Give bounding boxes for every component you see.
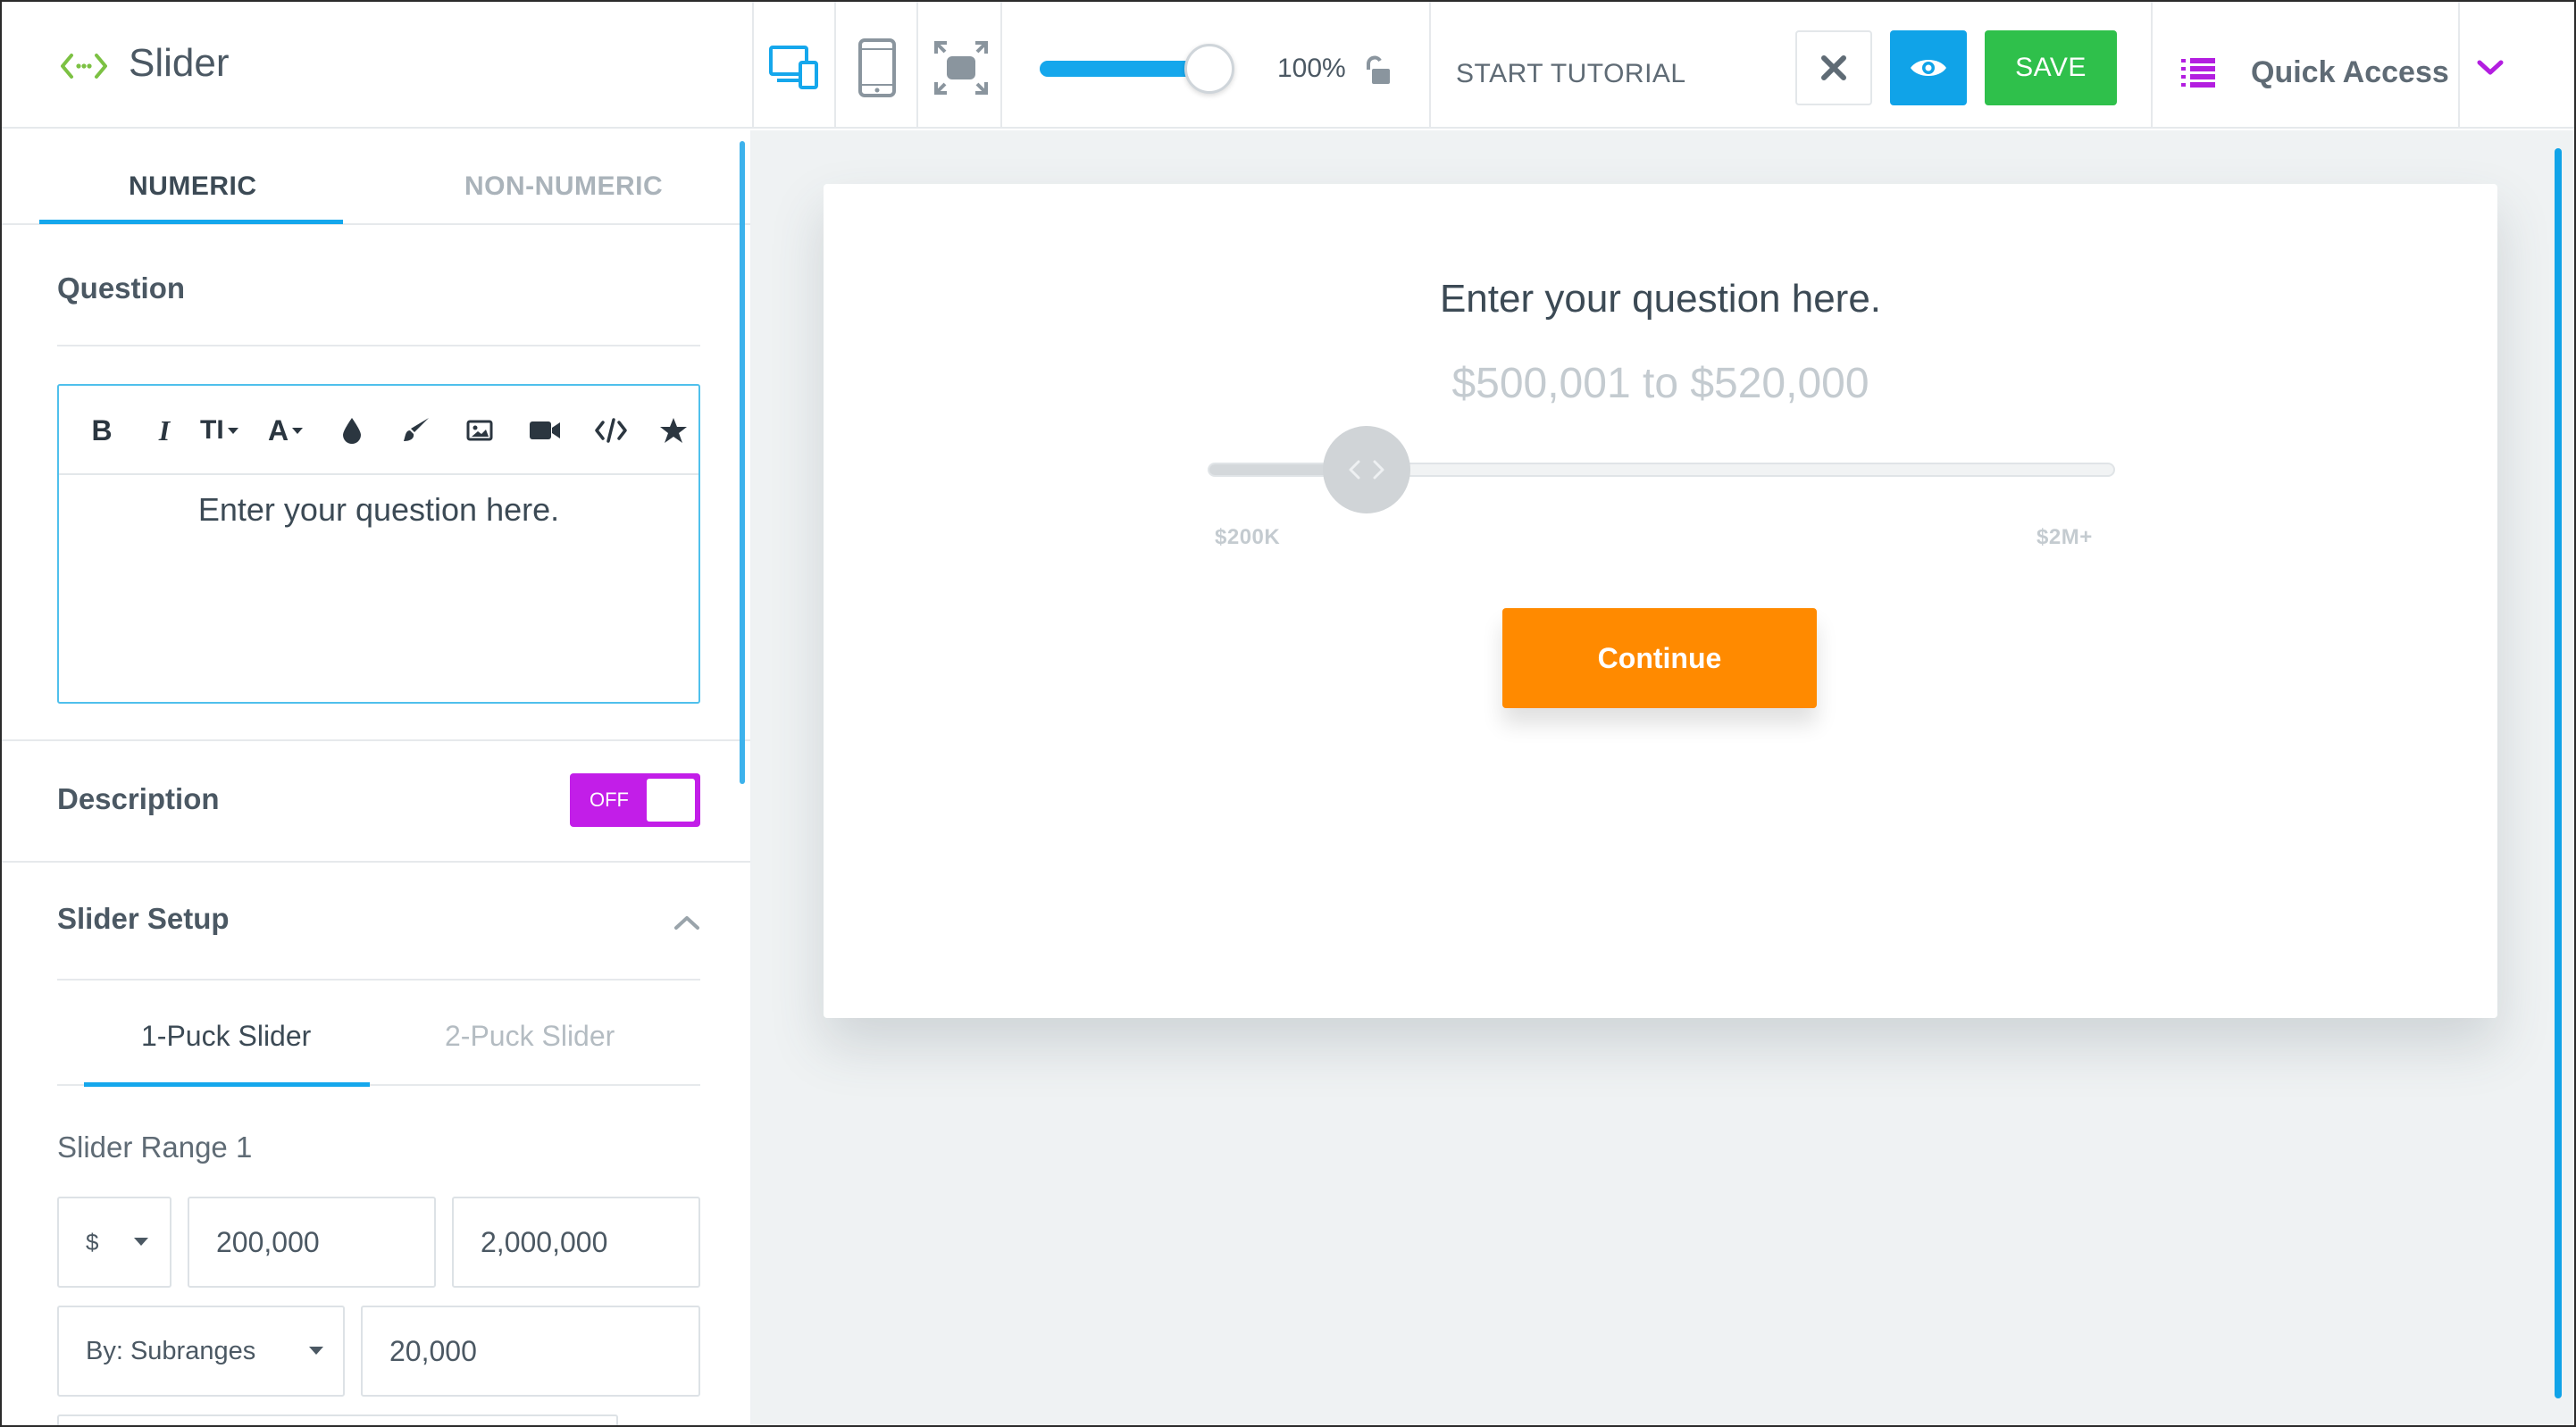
window-frame: [0, 0, 2576, 1427]
